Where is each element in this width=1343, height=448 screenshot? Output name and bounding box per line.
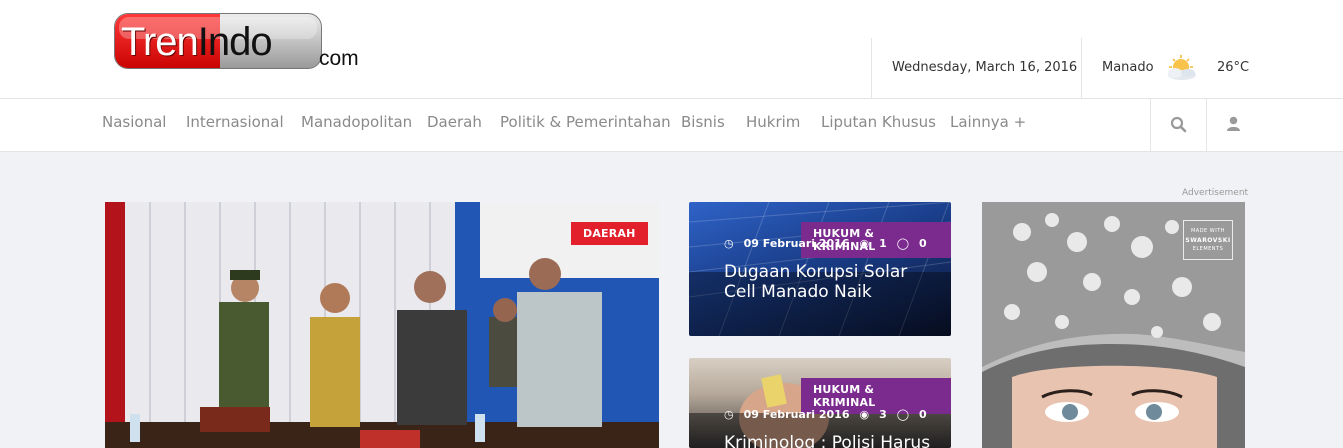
article-card[interactable]: HUKUM & KRIMINAL ◷ 09 Februari 2016 ◉ 3 ◯ 0 K…	[689, 358, 951, 448]
brand-line: ELEMENTS	[1192, 246, 1224, 252]
nav-divider	[1150, 99, 1151, 152]
nav-item-lainnya[interactable]: Lainnya +	[950, 113, 1026, 131]
advertisement-label: Advertisement	[1182, 188, 1249, 198]
partly-cloudy-sun-icon	[1168, 55, 1196, 80]
comment-count: 0	[919, 408, 927, 421]
nav-item-politik-pemerintahan[interactable]: Politik & Pemerintahan	[500, 113, 671, 131]
nav-item-hukrim[interactable]: Hukrim	[746, 113, 800, 131]
logo-badge: TrenIndo	[114, 13, 322, 69]
nav-item-internasional[interactable]: Internasional	[186, 113, 284, 131]
logo-text-tren: Tren	[121, 20, 199, 64]
header-divider	[871, 38, 872, 99]
user-icon[interactable]	[1226, 116, 1241, 132]
header-date: Wednesday, March 16, 2016	[892, 60, 1078, 75]
search-icon[interactable]	[1170, 116, 1187, 133]
article-title[interactable]: Kriminolog : Polisi Harus	[724, 433, 934, 448]
article-title[interactable]: Dugaan Korupsi Solar Cell Manado Naik	[724, 262, 934, 302]
nav-divider	[1206, 99, 1207, 152]
article-meta: ◷ 09 Februari 2016 ◉ 1 ◯ 0	[724, 237, 937, 250]
nav-item-bisnis[interactable]: Bisnis	[681, 113, 725, 131]
eye-icon: ◉	[859, 408, 870, 421]
nav-item-daerah[interactable]: Daerah	[427, 113, 482, 131]
comment-icon: ◯	[896, 237, 910, 250]
logo-text-indo: Indo	[197, 20, 273, 64]
brand-line: MADE WITH	[1190, 228, 1226, 234]
brand-name: SWAROVSKI	[1185, 237, 1231, 244]
header-divider	[1081, 38, 1082, 99]
comment-count: 0	[919, 237, 927, 250]
clock-icon: ◷	[724, 237, 734, 250]
eye-icon: ◉	[859, 237, 870, 250]
site-header: TrenIndo com Wednesday, March 16, 2016 M…	[0, 0, 1343, 99]
nav-item-manadopolitan[interactable]: Manadopolitan	[301, 113, 412, 131]
article-date: 09 Februari 2016	[743, 408, 850, 421]
nav-item-liputan-khusus[interactable]: Liputan Khusus	[821, 113, 936, 131]
nav-item-nasional[interactable]: Nasional	[102, 113, 166, 131]
swarovski-logo: MADE WITH SWAROVSKI ELEMENTS	[1183, 220, 1233, 260]
featured-article-image[interactable]: DAERAH	[105, 202, 659, 448]
weather-city: Manado	[1102, 60, 1154, 75]
category-badge[interactable]: DAERAH	[571, 222, 648, 245]
site-logo[interactable]: TrenIndo com	[114, 13, 364, 73]
article-meta: ◷ 09 Februari 2016 ◉ 3 ◯ 0	[724, 408, 937, 421]
advertisement-banner[interactable]: MADE WITH SWAROVSKI ELEMENTS	[982, 202, 1245, 448]
logo-suffix: com	[319, 47, 359, 70]
view-count: 1	[879, 237, 887, 250]
main-navigation: Nasional Internasional Manadopolitan Dae…	[0, 99, 1343, 152]
article-date: 09 Februari 2016	[743, 237, 850, 250]
comment-icon: ◯	[896, 408, 910, 421]
article-card[interactable]: HUKUM & KRIMINAL ◷ 09 Februari 2016 ◉ 1 ◯ 0 D…	[689, 202, 951, 336]
clock-icon: ◷	[724, 408, 734, 421]
view-count: 3	[879, 408, 887, 421]
weather-temperature: 26°C	[1217, 60, 1250, 75]
